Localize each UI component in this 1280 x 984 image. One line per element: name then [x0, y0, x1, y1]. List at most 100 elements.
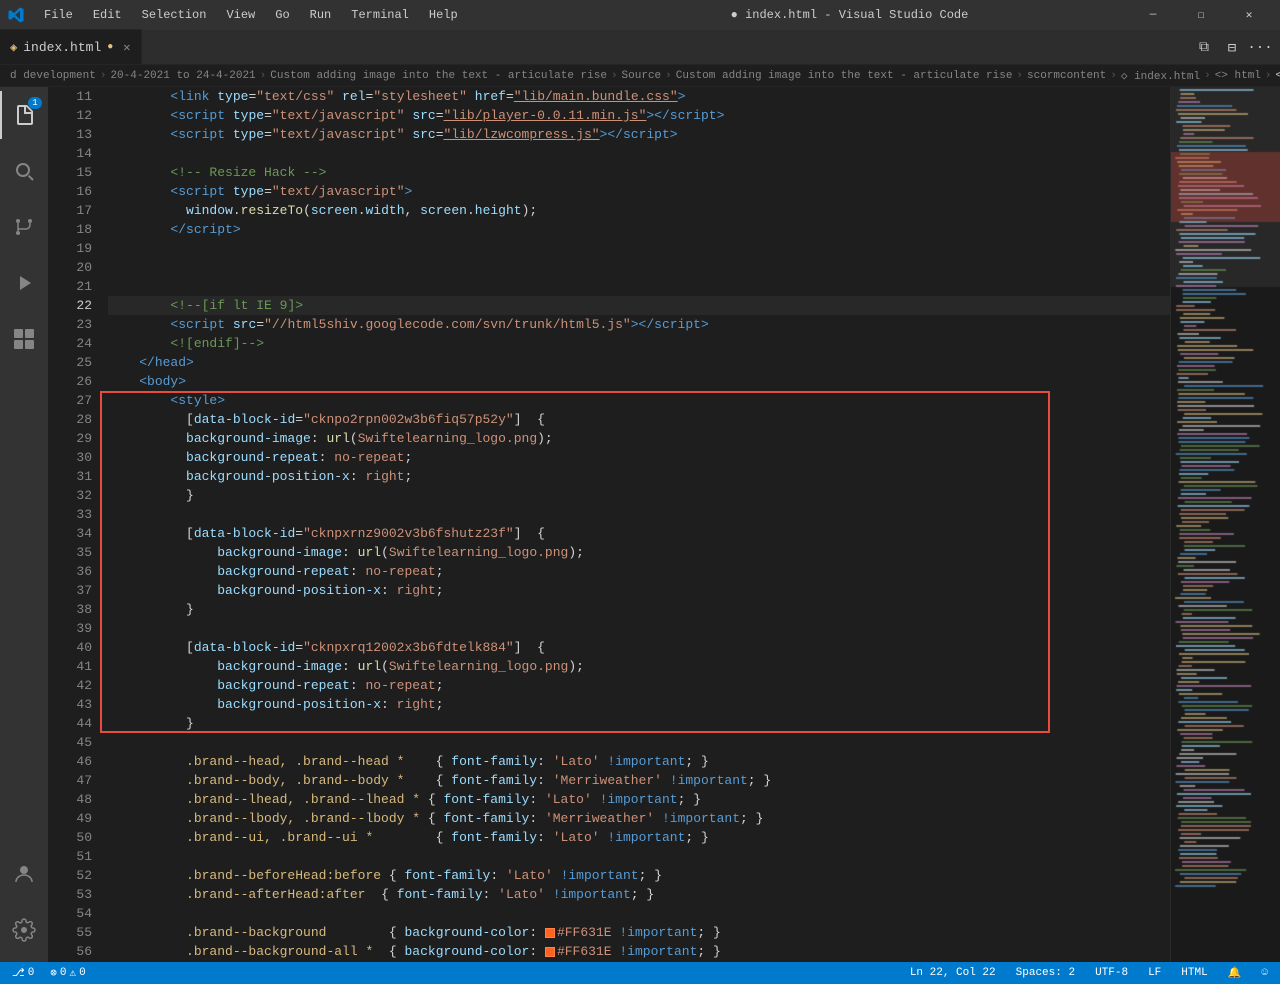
- line-num-17: 17: [48, 201, 92, 220]
- line-num-30: 30: [48, 448, 92, 467]
- explorer-icon[interactable]: 1: [0, 91, 48, 139]
- line-num-15: 15: [48, 163, 92, 182]
- search-icon[interactable]: [0, 147, 48, 195]
- git-branch-status[interactable]: ⎇ 0: [8, 966, 38, 980]
- indentation-status[interactable]: Spaces: 2: [1012, 967, 1079, 979]
- code-line-33: [108, 505, 1170, 524]
- maximize-button[interactable]: ☐: [1178, 0, 1224, 30]
- code-line-37: background-position-x: right;: [108, 581, 1170, 600]
- bc-sep-8: ›: [1265, 70, 1272, 82]
- line-num-11: 11: [48, 87, 92, 106]
- line-num-40: 40: [48, 638, 92, 657]
- minimap: [1170, 87, 1280, 962]
- bc-part-8: <> html: [1215, 70, 1261, 82]
- encoding-status[interactable]: UTF-8: [1091, 967, 1132, 979]
- line-num-25: 25: [48, 353, 92, 372]
- status-bar-right: Ln 22, Col 22 Spaces: 2 UTF-8 LF HTML 🔔 …: [906, 966, 1272, 980]
- toggle-panel-button[interactable]: ⊟: [1220, 36, 1244, 60]
- account-icon[interactable]: [0, 850, 48, 898]
- code-line-19: [108, 239, 1170, 258]
- bc-part-5: Custom adding image into the text - arti…: [676, 70, 1013, 82]
- bc-sep-4: ›: [665, 70, 672, 82]
- code-line-53: .brand--afterHead:after { font-family: '…: [108, 885, 1170, 904]
- errors-icon: ⊗: [50, 966, 57, 980]
- menu-run[interactable]: Run: [302, 6, 340, 24]
- code-editor[interactable]: 11 12 13 14 15 16 17 18 19 20 21 22 23 2…: [48, 87, 1280, 962]
- tab-file-icon: ◈: [10, 40, 17, 55]
- tab-modified-dot: ●: [107, 42, 113, 53]
- line-num-31: 31: [48, 467, 92, 486]
- tab-close-button[interactable]: ✕: [123, 40, 130, 55]
- code-line-31: background-position-x: right;: [108, 467, 1170, 486]
- code-line-25: </head>: [108, 353, 1170, 372]
- menu-view[interactable]: View: [218, 6, 263, 24]
- code-line-44: }: [108, 714, 1170, 733]
- code-line-34: [data-block-id="cknpxrnz9002v3b6fshutz23…: [108, 524, 1170, 543]
- line-num-16: 16: [48, 182, 92, 201]
- run-debug-icon[interactable]: [0, 259, 48, 307]
- feedback-icon: ☺: [1261, 967, 1268, 979]
- line-num-48: 48: [48, 790, 92, 809]
- editor-area: 11 12 13 14 15 16 17 18 19 20 21 22 23 2…: [48, 87, 1280, 962]
- line-num-49: 49: [48, 809, 92, 828]
- window-title: ● index.html - Visual Studio Code: [569, 8, 1130, 22]
- code-line-16: <script type="text/javascript">: [108, 182, 1170, 201]
- menu-edit[interactable]: Edit: [85, 6, 130, 24]
- feedback-status[interactable]: ☺: [1257, 967, 1272, 979]
- code-line-14: [108, 144, 1170, 163]
- code-line-56: .brand--background-all * { background-co…: [108, 942, 1170, 961]
- git-branch-name: 0: [28, 967, 35, 979]
- line-num-22: 22: [48, 296, 92, 315]
- editor-tab-index-html[interactable]: ◈ index.html ● ✕: [0, 29, 142, 64]
- menu-selection[interactable]: Selection: [134, 6, 215, 24]
- bc-sep-6: ›: [1110, 70, 1117, 82]
- more-actions-button[interactable]: ···: [1248, 36, 1272, 60]
- title-left: File Edit Selection View Go Run Terminal…: [8, 6, 569, 24]
- language-mode-status[interactable]: HTML: [1177, 967, 1211, 979]
- line-numbers: 11 12 13 14 15 16 17 18 19 20 21 22 23 2…: [48, 87, 100, 962]
- line-num-42: 42: [48, 676, 92, 695]
- code-line-17: window.resizeTo(screen.width, screen.hei…: [108, 201, 1170, 220]
- source-control-icon[interactable]: [0, 203, 48, 251]
- eol-status[interactable]: LF: [1144, 967, 1165, 979]
- errors-warnings-status[interactable]: ⊗ 0 ⚠ 0: [46, 966, 89, 980]
- cursor-position-status[interactable]: Ln 22, Col 22: [906, 967, 1000, 979]
- line-num-32: 32: [48, 486, 92, 505]
- close-button[interactable]: ✕: [1226, 0, 1272, 30]
- code-line-27: <style>: [108, 391, 1170, 410]
- warning-count: 0: [79, 967, 86, 979]
- menu-terminal[interactable]: Terminal: [343, 6, 417, 24]
- line-num-12: 12: [48, 106, 92, 125]
- line-num-23: 23: [48, 315, 92, 334]
- bc-part-3: Custom adding image into the text - arti…: [270, 70, 607, 82]
- minimize-button[interactable]: —: [1130, 0, 1176, 30]
- title-bar: File Edit Selection View Go Run Terminal…: [0, 0, 1280, 30]
- menu-help[interactable]: Help: [421, 6, 466, 24]
- settings-icon[interactable]: [0, 906, 48, 954]
- bc-part-4: Source: [622, 70, 662, 82]
- line-num-33: 33: [48, 505, 92, 524]
- code-line-48: .brand--lhead, .brand--lhead * { font-fa…: [108, 790, 1170, 809]
- menu-file[interactable]: File: [36, 6, 81, 24]
- notifications-status[interactable]: 🔔: [1224, 966, 1246, 980]
- indentation-text: Spaces: 2: [1016, 967, 1075, 979]
- line-num-34: 34: [48, 524, 92, 543]
- language-text: HTML: [1181, 967, 1207, 979]
- code-line-49: .brand--lbody, .brand--lbody * { font-fa…: [108, 809, 1170, 828]
- line-num-44: 44: [48, 714, 92, 733]
- bell-icon: 🔔: [1228, 966, 1242, 980]
- line-num-35: 35: [48, 543, 92, 562]
- code-line-55: .brand--background { background-color: #…: [108, 923, 1170, 942]
- line-num-14: 14: [48, 144, 92, 163]
- main-layout: 1 11 12 13: [0, 87, 1280, 962]
- line-num-43: 43: [48, 695, 92, 714]
- error-count: 0: [60, 967, 67, 979]
- warnings-icon: ⚠: [70, 966, 77, 980]
- code-line-20: [108, 258, 1170, 277]
- line-num-26: 26: [48, 372, 92, 391]
- split-editor-button[interactable]: ⧉: [1192, 36, 1216, 60]
- breadcrumb: d development › 20-4-2021 to 24-4-2021 ›…: [0, 65, 1280, 87]
- extensions-icon[interactable]: [0, 315, 48, 363]
- line-num-45: 45: [48, 733, 92, 752]
- menu-go[interactable]: Go: [267, 6, 297, 24]
